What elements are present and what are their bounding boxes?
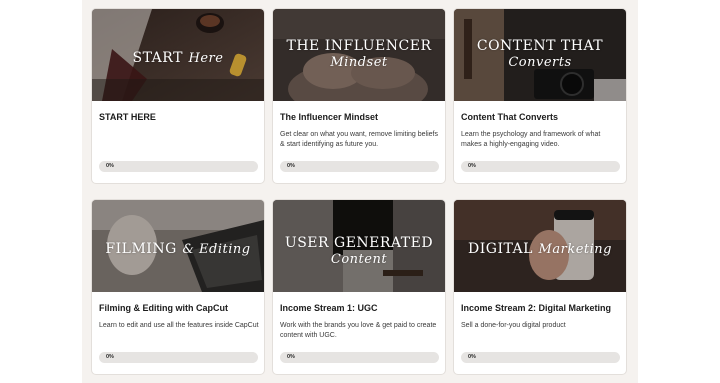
course-thumbnail[interactable]: USER GENERATED Content: [273, 200, 445, 292]
thumbnail-title: FILMING: [105, 241, 177, 257]
progress-label: 0%: [287, 354, 295, 360]
course-description: Work with the brands you love & get paid…: [280, 322, 437, 339]
course-card-start-here[interactable]: START Here START HERE 0%: [91, 8, 265, 184]
progress-label: 0%: [287, 163, 295, 169]
thumbnail-subtitle: Marketing: [538, 242, 612, 257]
course-grid-panel: START Here START HERE 0% THE INFLUENCER …: [82, 0, 638, 383]
course-thumbnail[interactable]: START Here: [92, 9, 264, 101]
course-card-filming-editing[interactable]: FILMING & Editing Filming & Editing with…: [91, 199, 265, 375]
thumbnail-title: USER GENERATED: [284, 235, 434, 251]
thumbnail-title: START: [132, 50, 183, 66]
progress-bar: 0%: [280, 161, 439, 172]
course-title[interactable]: Income Stream 1: UGC: [280, 303, 440, 313]
thumbnail-title: DIGITAL: [468, 241, 533, 257]
course-thumbnail[interactable]: DIGITAL Marketing: [454, 200, 626, 292]
progress-label: 0%: [106, 354, 114, 360]
thumbnail-subtitle: Here: [188, 51, 224, 66]
progress-label: 0%: [106, 163, 114, 169]
course-description: Sell a done-for-you digital product: [461, 322, 566, 329]
thumbnail-subtitle: & Editing: [182, 242, 251, 257]
course-title[interactable]: The Influencer Mindset: [280, 112, 440, 122]
course-title[interactable]: START HERE: [99, 112, 259, 122]
course-title[interactable]: Content That Converts: [461, 112, 621, 122]
course-thumbnail[interactable]: THE INFLUENCER Mindset: [273, 9, 445, 101]
course-title[interactable]: Income Stream 2: Digital Marketing: [461, 303, 621, 313]
progress-bar: 0%: [280, 352, 439, 363]
progress-bar: 0%: [461, 161, 620, 172]
thumbnail-title: CONTENT THAT: [476, 38, 604, 54]
course-card-content-that-converts[interactable]: CONTENT THAT Converts Content That Conve…: [453, 8, 627, 184]
course-description: Get clear on what you want, remove limit…: [280, 131, 438, 148]
course-card-influencer-mindset[interactable]: THE INFLUENCER Mindset The Influencer Mi…: [272, 8, 446, 184]
course-description: Learn the psychology and framework of wh…: [461, 131, 601, 148]
progress-bar: 0%: [99, 161, 258, 172]
progress-bar: 0%: [461, 352, 620, 363]
course-thumbnail[interactable]: FILMING & Editing: [92, 200, 264, 292]
course-thumbnail[interactable]: CONTENT THAT Converts: [454, 9, 626, 101]
thumbnail-subtitle: Converts: [508, 55, 572, 70]
thumbnail-title: THE INFLUENCER: [286, 38, 432, 54]
course-title[interactable]: Filming & Editing with CapCut: [99, 303, 259, 313]
progress-label: 0%: [468, 354, 476, 360]
course-card-ugc[interactable]: USER GENERATED Content Income Stream 1: …: [272, 199, 446, 375]
progress-bar: 0%: [99, 352, 258, 363]
progress-label: 0%: [468, 163, 476, 169]
thumbnail-subtitle: Content: [330, 252, 388, 267]
course-description: Learn to edit and use all the features i…: [99, 322, 259, 329]
course-card-digital-marketing[interactable]: DIGITAL Marketing Income Stream 2: Digit…: [453, 199, 627, 375]
thumbnail-subtitle: Mindset: [330, 55, 388, 70]
